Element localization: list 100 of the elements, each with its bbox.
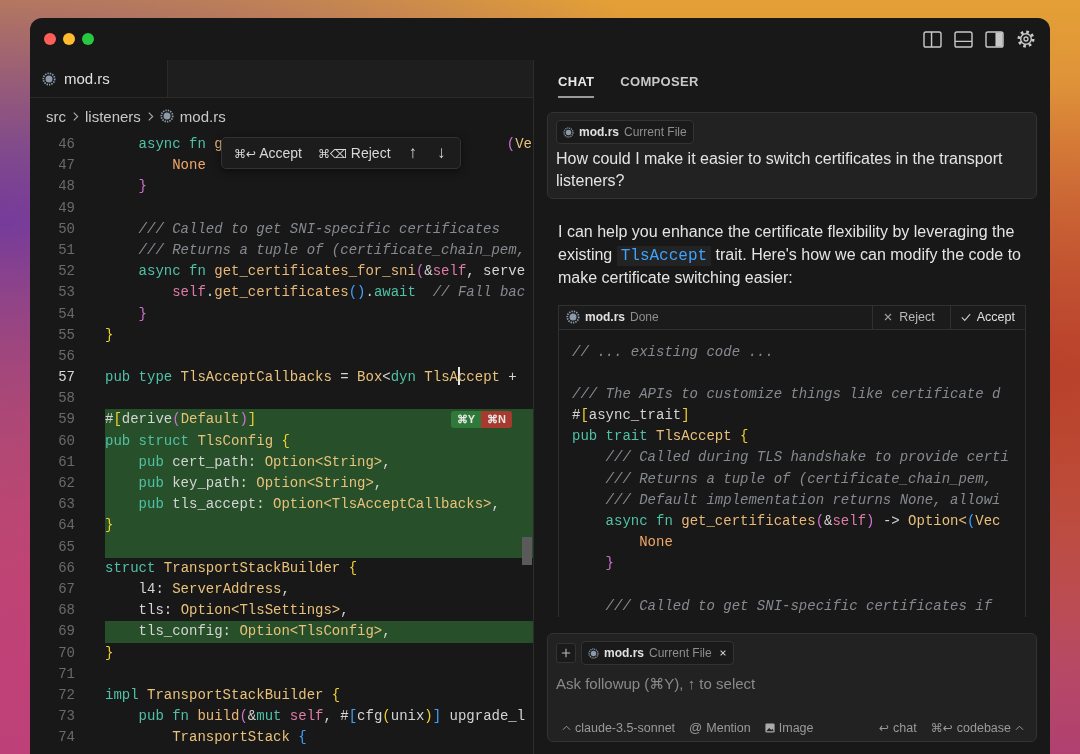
code-line: } (105, 325, 115, 345)
status-text: Done (630, 310, 659, 324)
line-number: 57 (57, 368, 75, 388)
code-line: None (638, 533, 674, 553)
code-line: /// Returns a tuple of (certificate_chain_pem, (137, 240, 527, 260)
previous-change-button[interactable]: ↑ (400, 143, 426, 163)
file-chip[interactable]: mod.rs Current File (556, 120, 694, 144)
line-number: 74 (57, 728, 75, 748)
breadcrumb-item[interactable]: src (46, 107, 66, 125)
line-number: 65 (57, 537, 75, 557)
window-control[interactable] (44, 33, 56, 45)
line-number: 51 (57, 240, 75, 260)
line-number: 60 (57, 431, 75, 451)
line-number: 48 (57, 177, 75, 197)
sidebar-left-icon[interactable] (923, 30, 942, 48)
code-line: // ... existing code ... (572, 342, 775, 362)
code-line: self.get_certificates().await // Fall bac (171, 283, 527, 303)
panel-tab[interactable]: COMPOSER (620, 74, 699, 98)
chevron-up-icon (1015, 724, 1024, 731)
line-number: 47 (57, 156, 75, 176)
line-number: 50 (57, 219, 75, 239)
code-line: (Ve (506, 135, 533, 154)
code-line: /// Returns a tuple of (certificate_chain_pem, (604, 469, 994, 489)
reject-button[interactable]: ⌘⌫ Reject (312, 145, 397, 161)
code-line: /// The APIs to customize things like certificate d (572, 384, 1002, 404)
check-icon (960, 312, 971, 322)
line-number: 63 (57, 495, 75, 515)
breadcrumb-item[interactable]: mod.rs (159, 107, 226, 125)
line-number: 55 (57, 325, 75, 345)
accept-button[interactable]: Accept (949, 305, 1025, 329)
chat-submit-button[interactable]: ↩ chat (879, 720, 917, 735)
mention-button[interactable]: @ Mention (689, 720, 751, 735)
chevron-up-icon (562, 724, 571, 731)
codebase-submit-button[interactable]: ⌘↩ codebase (930, 720, 1024, 735)
settings-icon[interactable] (1016, 29, 1036, 49)
image-icon (764, 722, 775, 733)
file-type-icon (159, 109, 174, 123)
file-note: Current File (649, 646, 712, 660)
chevron-right-icon (72, 110, 79, 122)
close-icon[interactable] (718, 649, 727, 657)
image-button[interactable]: Image (764, 720, 814, 735)
line-number: 67 (57, 579, 75, 599)
code-line: } (137, 177, 148, 197)
code-line: /// Called to get SNI-specific certificates (137, 219, 501, 239)
line-number: 56 (57, 346, 75, 366)
code-line: async fn g (137, 135, 223, 154)
scrollbar-thumb[interactable] (522, 537, 532, 565)
file-name: mod.rs (579, 125, 619, 139)
line-number: 61 (57, 452, 75, 472)
line-number: 52 (57, 262, 75, 282)
line-number: 62 (57, 474, 75, 493)
model-selector-button[interactable]: claude-3.5-sonnet (562, 720, 676, 735)
line-number: 66 (57, 558, 75, 578)
code-line: /// Default implementation returns None, allowi (604, 490, 1002, 510)
line-number: 68 (57, 601, 75, 621)
code-line: #[async_trait] (572, 406, 691, 426)
code-line: } (604, 554, 615, 574)
window-control[interactable] (63, 33, 75, 45)
code-line: pub trait TlsAccept { (572, 427, 750, 447)
line-number: 64 (57, 516, 75, 536)
panel-bottom-icon[interactable] (954, 30, 973, 48)
code-line: struct TransportStackBuilder { (105, 558, 359, 578)
followup-input[interactable]: Ask followup (⌘Y), ↑ to select (556, 671, 1028, 695)
line-number: 71 (57, 664, 75, 684)
line-number: 46 (57, 135, 75, 154)
next-change-button[interactable]: ↓ (429, 143, 454, 163)
code-line: None (171, 156, 207, 176)
file-type-icon (566, 310, 580, 324)
line-number: 58 (57, 389, 75, 409)
window-control[interactable] (82, 33, 94, 45)
line-number: 49 (57, 198, 75, 218)
code-line: async fn get_certificates_for_sni(&self, serve (137, 262, 527, 282)
file-type-icon (588, 647, 599, 659)
editor-tab[interactable]: mod.rs (30, 60, 168, 97)
file-type-icon (563, 126, 574, 138)
line-number: 54 (57, 304, 75, 324)
file-name: mod.rs (604, 646, 644, 660)
code-line: pub fn build(&mut self, #[cfg(unix)] upgrade_l (137, 707, 527, 727)
accept-change-button[interactable]: ⌘Y (450, 411, 482, 429)
file-name: mod.rs (585, 310, 625, 324)
reject-button[interactable]: Reject (872, 305, 945, 329)
file-type-icon (42, 71, 56, 86)
add-button[interactable] (556, 643, 576, 663)
accept-button[interactable]: ⌘↩ Accept (228, 145, 308, 161)
sidebar-right-icon[interactable] (985, 30, 1004, 48)
reject-change-button[interactable]: ⌘N (481, 411, 512, 429)
plus-icon (561, 648, 571, 658)
code-line: tls: Option<TlsSettings>, (137, 601, 350, 621)
breadcrumb-item[interactable]: listeners (85, 107, 141, 125)
line-number: 73 (57, 707, 75, 727)
code-line: /// Called to get SNI-specific certificates if (604, 596, 994, 616)
code-line: impl TransportStackBuilder { (105, 685, 342, 705)
code-line: l4: ServerAddress, (137, 579, 291, 599)
line-number: 69 (57, 622, 75, 642)
panel-tab[interactable]: CHAT (558, 74, 595, 98)
file-chip[interactable]: mod.rs Current File (581, 641, 734, 665)
code-line: TransportStack { (171, 728, 308, 748)
code-line: } (105, 643, 115, 663)
line-number: 70 (57, 643, 75, 663)
line-number: 53 (57, 283, 75, 303)
